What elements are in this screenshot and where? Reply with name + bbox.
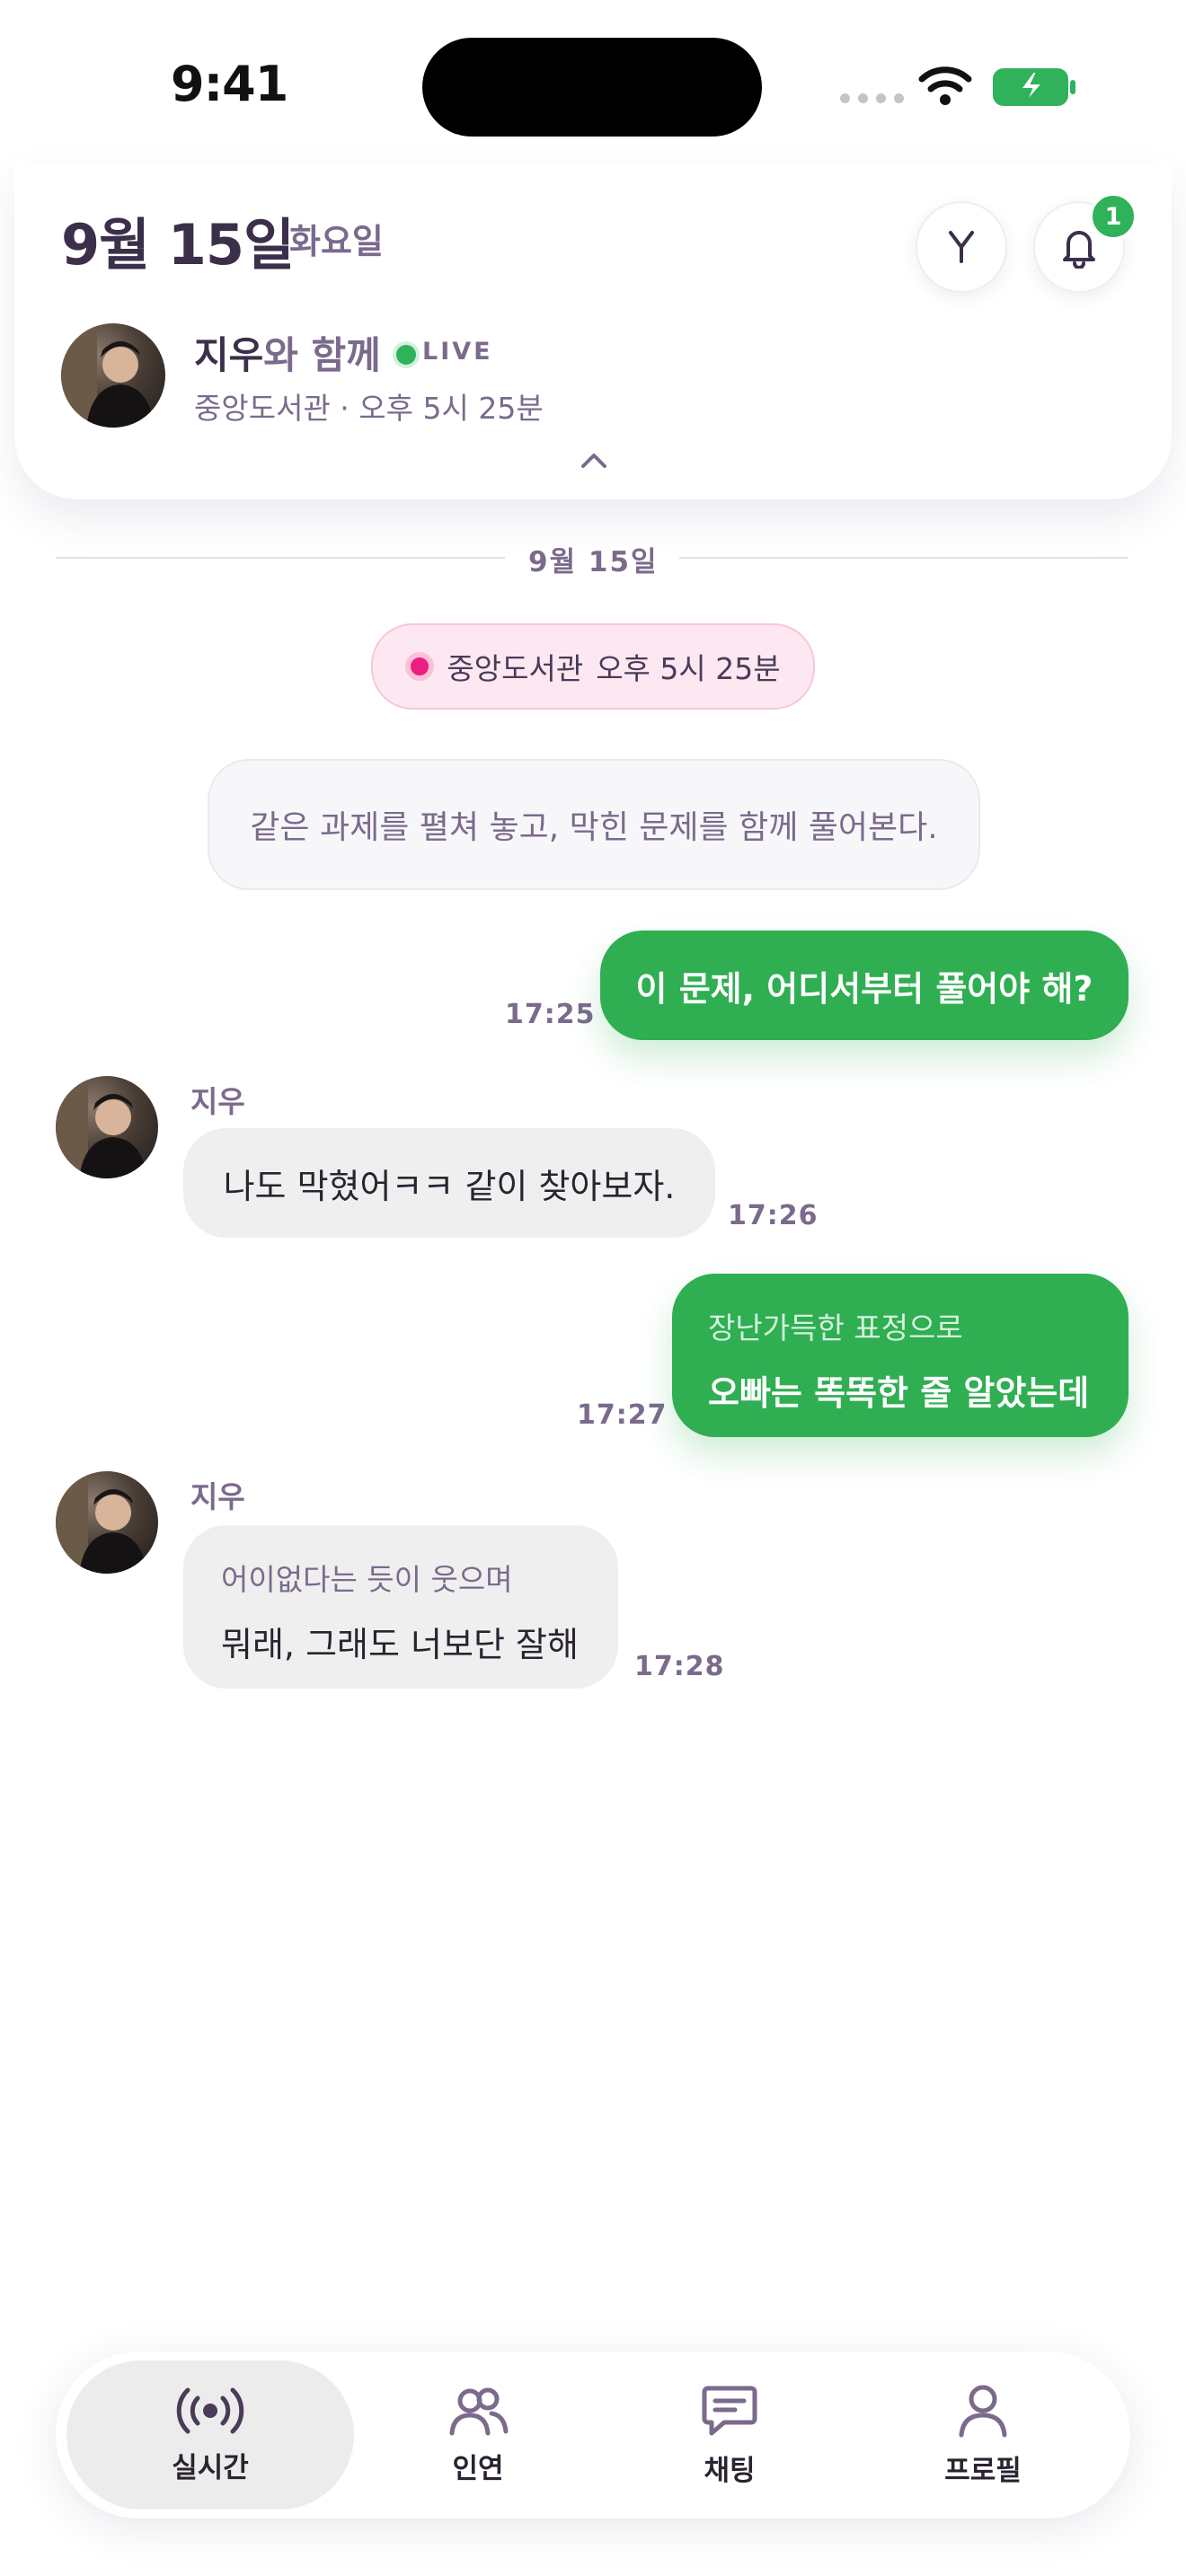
location-time-subline: 중앙도서관 · 오후 5시 25분 bbox=[194, 391, 544, 426]
tab-live[interactable]: 실시간 bbox=[66, 2360, 354, 2510]
live-label: LIVE bbox=[422, 338, 493, 366]
weekday-label: 화요일 bbox=[289, 222, 384, 261]
fork-icon bbox=[949, 231, 974, 263]
tab-label: 프로필 bbox=[944, 2454, 1022, 2487]
tab-label: 인연 bbox=[452, 2452, 504, 2485]
collapse-chevron-up-icon[interactable] bbox=[579, 451, 609, 474]
tab-profile[interactable]: 프로필 bbox=[893, 2360, 1073, 2510]
tab-chat[interactable]: 채팅 bbox=[640, 2360, 819, 2510]
message-text: 뭐래, 그래도 너보단 잘해 bbox=[221, 1625, 579, 1664]
sender-name: 지우 bbox=[190, 1479, 245, 1514]
tab-connections[interactable]: 인연 bbox=[388, 2360, 568, 2510]
my-message-bubble[interactable]: 이 문제, 어디서부터 풀어야 해? bbox=[600, 931, 1128, 1040]
location-dot-icon bbox=[405, 652, 435, 681]
partner-name: 지우와 함께 bbox=[194, 325, 381, 380]
page-title-date: 9월 15일 bbox=[61, 212, 295, 278]
message-time: 17:27 bbox=[577, 1399, 668, 1431]
action-description: 어이없다는 듯이 웃으며 bbox=[221, 1562, 513, 1597]
location-pill: 중앙도서관 오후 5시 25분 bbox=[371, 623, 815, 710]
partner-suffix: 와 함께 bbox=[263, 333, 381, 377]
person-icon bbox=[959, 2385, 1007, 2437]
battery-icon bbox=[992, 66, 1078, 111]
wifi-icon bbox=[918, 66, 972, 110]
my-message-bubble[interactable]: 장난가득한 표정으로 오빠는 똑똑한 줄 알았는데 bbox=[672, 1274, 1128, 1437]
people-icon bbox=[449, 2387, 509, 2435]
message-time: 17:26 bbox=[728, 1200, 819, 1231]
message-time: 17:25 bbox=[505, 999, 596, 1030]
cellular-signal-icon bbox=[840, 93, 904, 103]
action-description: 장난가득한 표정으로 bbox=[708, 1310, 963, 1345]
divider-line-right bbox=[679, 557, 1128, 559]
bell-icon bbox=[1063, 231, 1095, 269]
partner-avatar[interactable] bbox=[61, 323, 165, 428]
narration-box: 같은 과제를 펼쳐 놓고, 막힌 문제를 함께 풀어본다. bbox=[208, 759, 980, 890]
date-divider: 9월 15일 bbox=[528, 546, 659, 578]
partner-name-text: 지우 bbox=[194, 333, 264, 377]
partner-message-bubble[interactable]: 어이없다는 듯이 웃으며 뭐래, 그래도 너보단 잘해 bbox=[183, 1525, 618, 1689]
message-text: 오빠는 똑똑한 줄 알았는데 bbox=[708, 1373, 1090, 1413]
chat-icon bbox=[702, 2386, 757, 2435]
divider-line-left bbox=[56, 557, 505, 559]
partner-message-avatar[interactable] bbox=[56, 1076, 158, 1178]
tab-label: 채팅 bbox=[704, 2454, 756, 2487]
message-time: 17:28 bbox=[634, 1651, 725, 1682]
location-place: 중앙도서관 bbox=[447, 651, 584, 686]
partner-message-bubble[interactable]: 나도 막혔어ㅋㅋ 같이 찾아보자. bbox=[183, 1128, 715, 1238]
sender-name: 지우 bbox=[190, 1084, 245, 1119]
tab-label: 실시간 bbox=[172, 2451, 249, 2484]
broadcast-icon bbox=[176, 2387, 244, 2433]
filter-button[interactable] bbox=[916, 201, 1007, 293]
partner-message-avatar[interactable] bbox=[56, 1471, 158, 1574]
status-time: 9:41 bbox=[171, 56, 288, 112]
dynamic-island bbox=[422, 38, 762, 137]
notification-badge: 1 bbox=[1089, 192, 1137, 241]
location-time: 오후 5시 25분 bbox=[596, 651, 781, 686]
bottom-tab-bar: 실시간 인연 채팅 프로필 bbox=[56, 2351, 1130, 2519]
live-indicator-dot bbox=[393, 341, 420, 368]
